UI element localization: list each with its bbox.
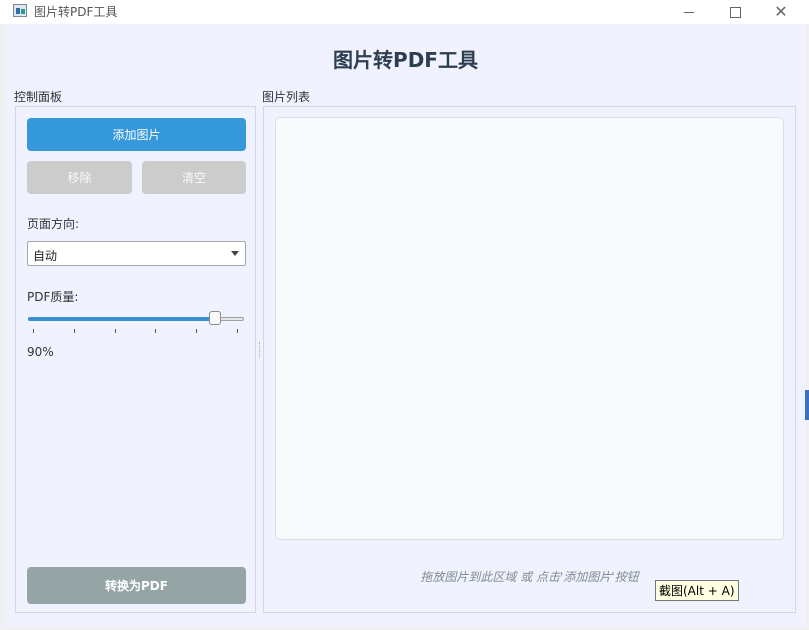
slider-tick <box>155 329 156 333</box>
chevron-down-icon <box>231 251 239 256</box>
minimize-icon <box>684 11 694 13</box>
image-list-panel: 拖放图片到此区域 或 点击'添加图片'按钮 <box>263 106 796 613</box>
slider-tick <box>237 329 238 333</box>
slider-fill <box>28 317 215 321</box>
remove-button[interactable]: 移除 <box>27 161 132 194</box>
orientation-label: 页面方向: <box>27 217 80 231</box>
splitter-handle[interactable] <box>259 342 262 358</box>
maximize-icon <box>729 6 741 18</box>
main-window: 图片转PDF工具 控制面板 图片列表 添加图片 移除 清空 页面方向: 自动 P… <box>5 24 806 627</box>
page-title: 图片转PDF工具 <box>333 48 478 72</box>
screenshot-tooltip: 截图(Alt + A) <box>655 580 739 601</box>
window-title: 图片转PDF工具 <box>34 5 118 19</box>
quality-value: 90% <box>27 345 54 359</box>
close-icon: ✕ <box>774 2 788 21</box>
image-list-label: 图片列表 <box>262 90 311 104</box>
slider-tick <box>74 329 75 333</box>
slider-tick <box>33 329 34 333</box>
quality-slider[interactable] <box>27 311 246 333</box>
maximize-button[interactable] <box>712 0 758 24</box>
image-drop-area[interactable] <box>275 117 784 540</box>
slider-handle[interactable] <box>209 311 221 325</box>
orientation-value: 自动 <box>33 249 58 263</box>
title-bar: 图片转PDF工具 ✕ <box>0 0 809 24</box>
add-image-button[interactable]: 添加图片 <box>27 118 246 151</box>
control-panel: 添加图片 移除 清空 页面方向: 自动 PDF质量: 90% 转换为PDF <box>15 106 256 613</box>
control-panel-label: 控制面板 <box>14 90 63 104</box>
background-window-edge <box>805 390 809 420</box>
slider-tick <box>196 329 197 333</box>
slider-tick <box>115 329 116 333</box>
convert-to-pdf-button[interactable]: 转换为PDF <box>27 567 246 604</box>
close-button[interactable]: ✕ <box>758 0 804 24</box>
quality-label: PDF质量: <box>27 290 79 304</box>
minimize-button[interactable] <box>666 0 712 24</box>
clear-button[interactable]: 清空 <box>142 161 246 194</box>
orientation-select[interactable]: 自动 <box>27 241 246 266</box>
app-icon <box>13 4 27 17</box>
